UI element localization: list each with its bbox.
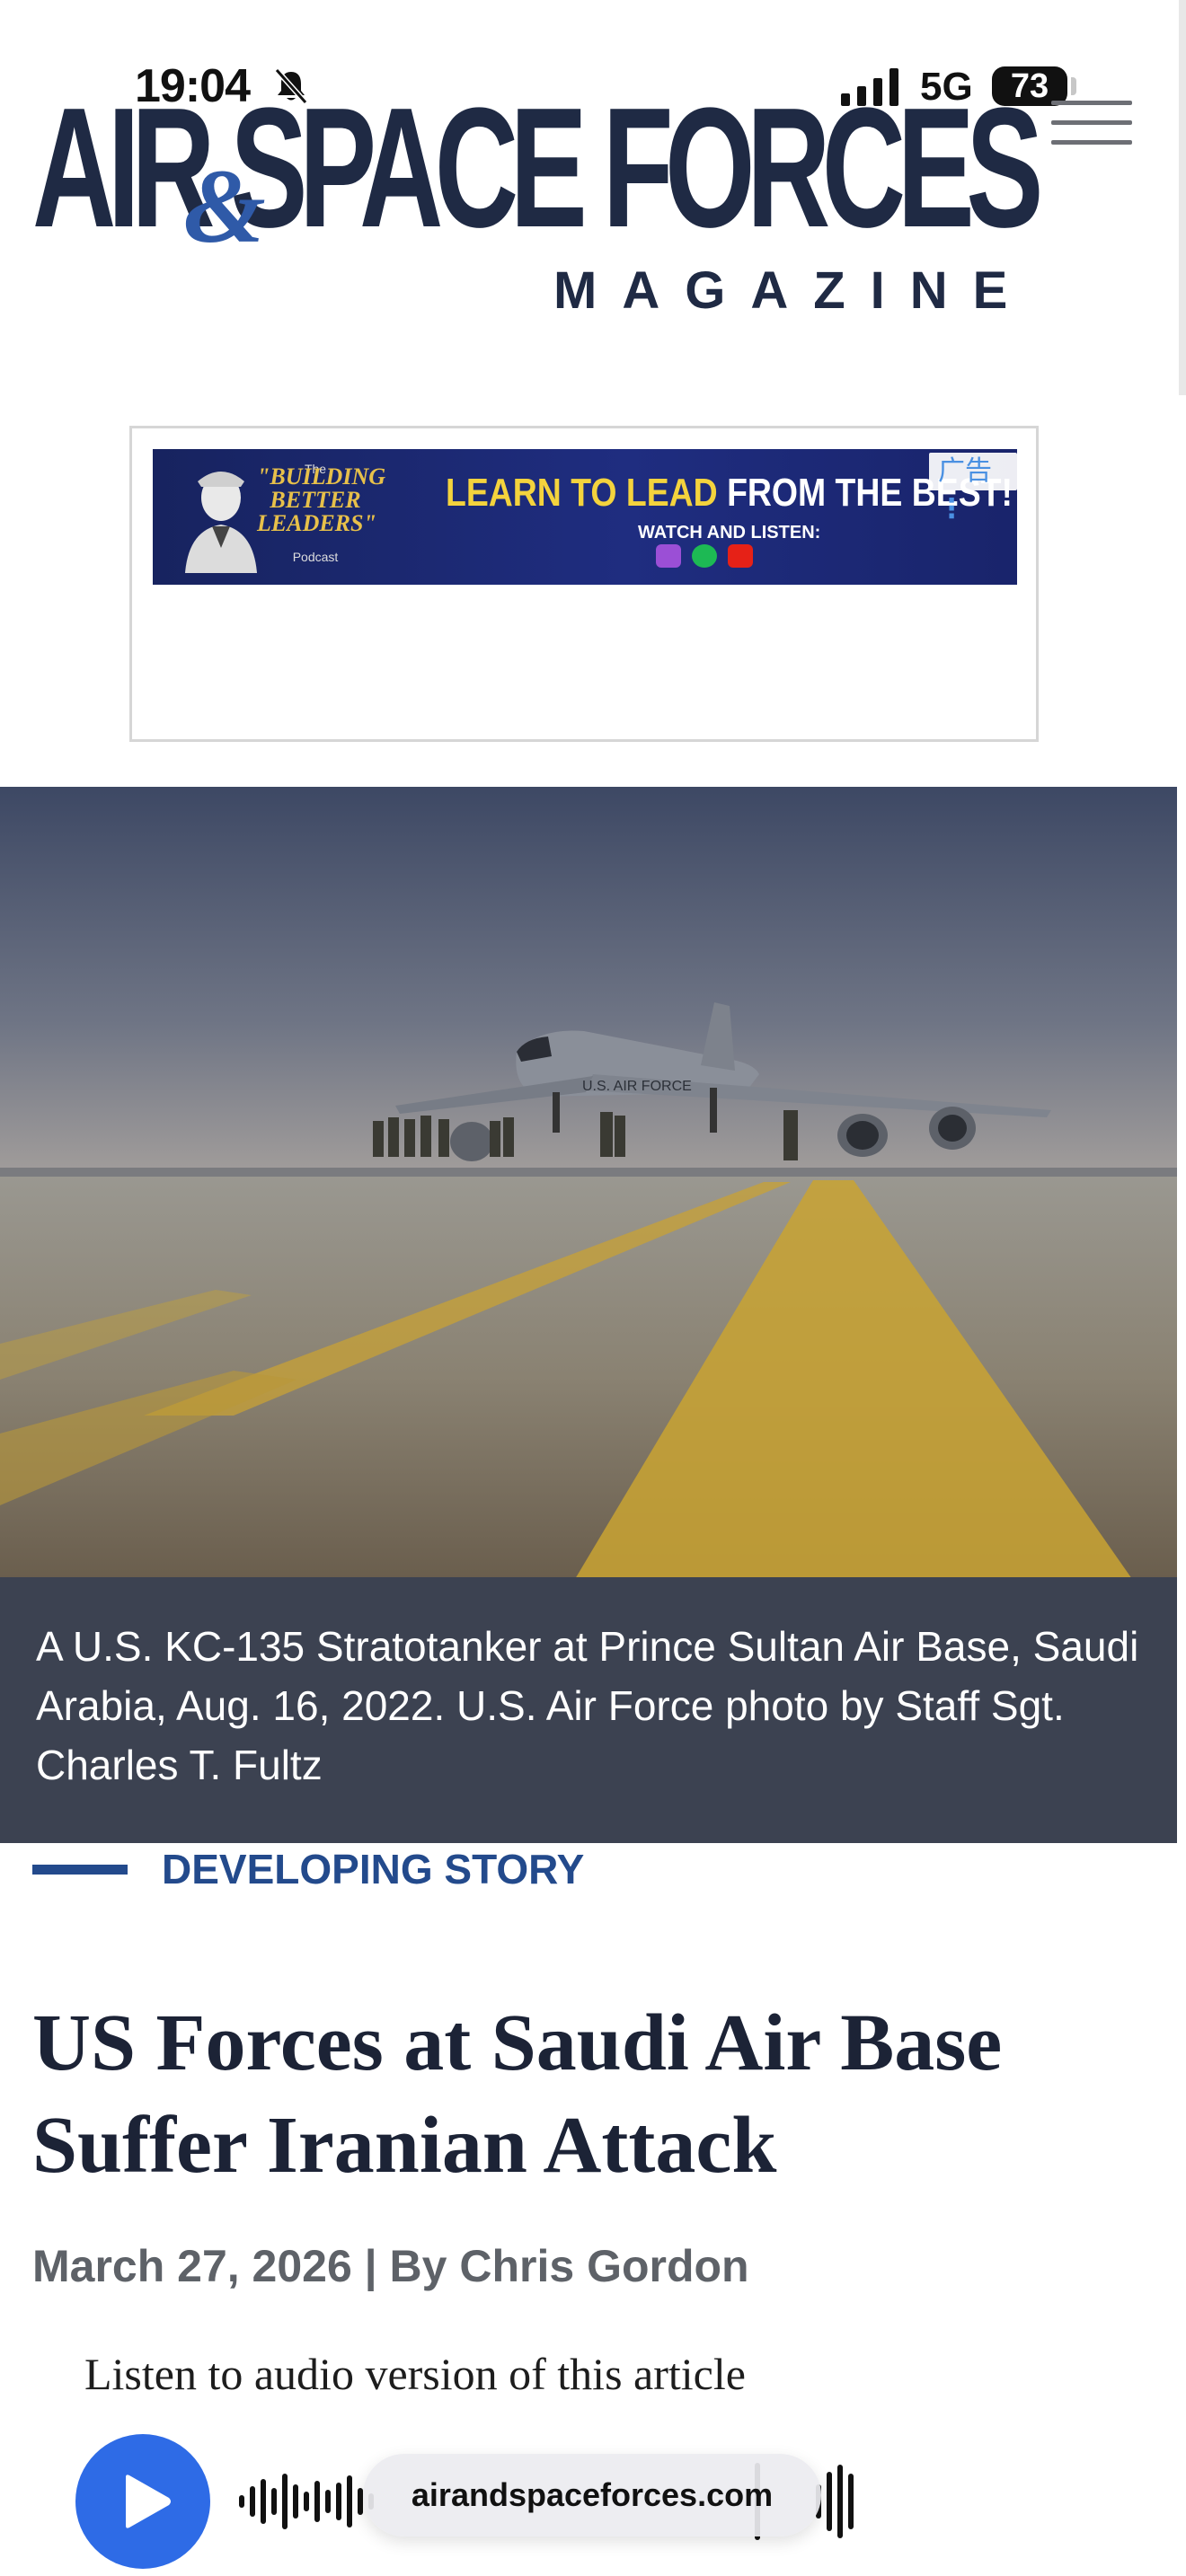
ad-watch-label: WATCH AND LISTEN: bbox=[638, 523, 821, 543]
youtube-icon bbox=[728, 544, 753, 568]
browser-url: airandspaceforces.com bbox=[411, 2476, 774, 2513]
ad-podcast-tag: Podcast bbox=[292, 550, 339, 564]
audio-label: Listen to audio version of this article bbox=[84, 2349, 746, 2399]
logo-subtitle: MAGAZINE bbox=[553, 261, 1033, 320]
play-icon bbox=[126, 2475, 171, 2528]
ad-banner[interactable]: The "BUILDING BETTER LEADERS" Podcast LE… bbox=[153, 449, 1017, 585]
tail-marking: U.S. AIR FORCE bbox=[582, 1079, 692, 1094]
article-byline: March 27, 2026 | By Chris Gordon bbox=[32, 2241, 749, 2291]
ad-badge[interactable]: 广告 ⋮ bbox=[929, 453, 1017, 524]
menu-icon-bar bbox=[1051, 120, 1132, 125]
ad-badge-label: 广告 bbox=[938, 456, 992, 486]
ad-headline-yellow: LEARN TO LEAD bbox=[446, 471, 728, 515]
ad-headline: LEARN TO LEAD FROM THE BEST! bbox=[446, 471, 1013, 516]
kicker-label[interactable]: DEVELOPING STORY bbox=[162, 1845, 584, 1893]
kicker-rule bbox=[32, 1865, 128, 1875]
photo-caption: A U.S. KC-135 Stratotanker at Prince Sul… bbox=[36, 1623, 1139, 1788]
scrollbar[interactable] bbox=[1179, 0, 1186, 395]
play-button[interactable] bbox=[75, 2434, 210, 2569]
spotify-icon bbox=[692, 544, 717, 568]
browser-url-bar[interactable]: airandspaceforces.com bbox=[363, 2454, 821, 2536]
menu-icon-bar bbox=[1051, 140, 1132, 145]
hero-photo[interactable]: U.S. AIR FORCE bbox=[0, 787, 1177, 1579]
ad-podcast-title: "BUILDING BETTER LEADERS" bbox=[257, 463, 385, 536]
more-options-icon: ⋮ bbox=[938, 494, 965, 524]
site-logo[interactable]: AIR SPACE FORCES & MAGAZINE bbox=[32, 83, 1043, 325]
ad-platform-icons bbox=[656, 544, 764, 572]
podcasts-icon bbox=[656, 544, 681, 568]
menu-button[interactable] bbox=[1046, 97, 1136, 147]
menu-icon bbox=[1051, 101, 1132, 105]
article-headline: US Forces at Saudi Air Base Suffer Irani… bbox=[32, 1998, 1003, 2190]
battery-tip bbox=[1071, 77, 1076, 95]
logo-ampersand: & bbox=[183, 147, 266, 265]
ad-portrait-image bbox=[185, 472, 257, 573]
